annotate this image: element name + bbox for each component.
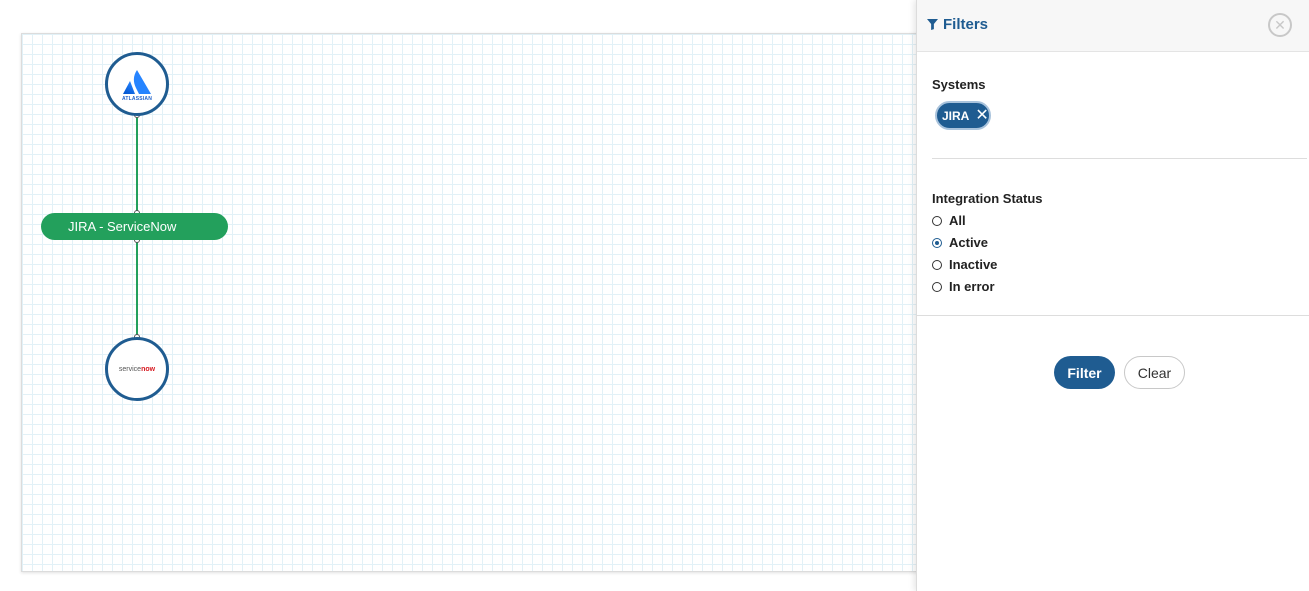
section-divider <box>917 315 1309 316</box>
system-chip-jira: JIRA ✕ <box>935 101 991 130</box>
section-divider <box>932 158 1307 159</box>
radio-button[interactable] <box>932 281 942 292</box>
radio-button[interactable] <box>932 215 942 226</box>
chip-label: JIRA <box>942 108 970 123</box>
panel-title-text: Filters <box>943 16 989 33</box>
radio-button[interactable] <box>932 259 942 270</box>
servicenow-logo-now: now <box>141 365 156 373</box>
filters-panel: Filters ✕ Systems JIRA ✕ Integration Sta… <box>916 0 1309 591</box>
filter-funnel-icon <box>927 19 938 30</box>
servicenow-logo-service: service <box>118 365 142 373</box>
filter-button[interactable]: Filter <box>1054 356 1115 389</box>
status-radio-in-error[interactable]: In error <box>932 279 995 294</box>
servicenow-logo: servicenow <box>119 366 155 373</box>
status-radio-active[interactable]: Active <box>932 235 988 250</box>
panel-header: Filters ✕ <box>917 0 1309 52</box>
integration-canvas[interactable]: ATLASSIAN JIRA - ServiceNow servicenow <box>21 33 926 572</box>
atlassian-logo-text: ATLASSIAN <box>121 95 153 102</box>
status-radio-inactive[interactable]: Inactive <box>932 257 997 272</box>
radio-label: Active <box>949 235 989 250</box>
radio-button[interactable] <box>932 237 942 248</box>
integration-node[interactable]: JIRA - ServiceNow <box>41 213 228 240</box>
clear-button[interactable]: Clear <box>1124 356 1185 389</box>
radio-label: All <box>949 213 966 228</box>
chip-remove-icon[interactable]: ✕ <box>975 107 988 124</box>
integration-status-label: Integration Status <box>932 191 1043 206</box>
panel-title: Filters <box>927 16 988 33</box>
edges-layer <box>136 116 138 337</box>
radio-label: In error <box>949 279 995 294</box>
systems-label: Systems <box>932 77 986 92</box>
servicenow-node[interactable]: servicenow <box>105 337 169 401</box>
atlassian-node[interactable]: ATLASSIAN <box>105 52 169 116</box>
atlassian-logo-icon <box>122 69 151 94</box>
radio-label: Inactive <box>949 257 998 272</box>
status-radio-all[interactable]: All <box>932 213 966 228</box>
close-circle-icon[interactable]: ✕ <box>1268 13 1292 37</box>
